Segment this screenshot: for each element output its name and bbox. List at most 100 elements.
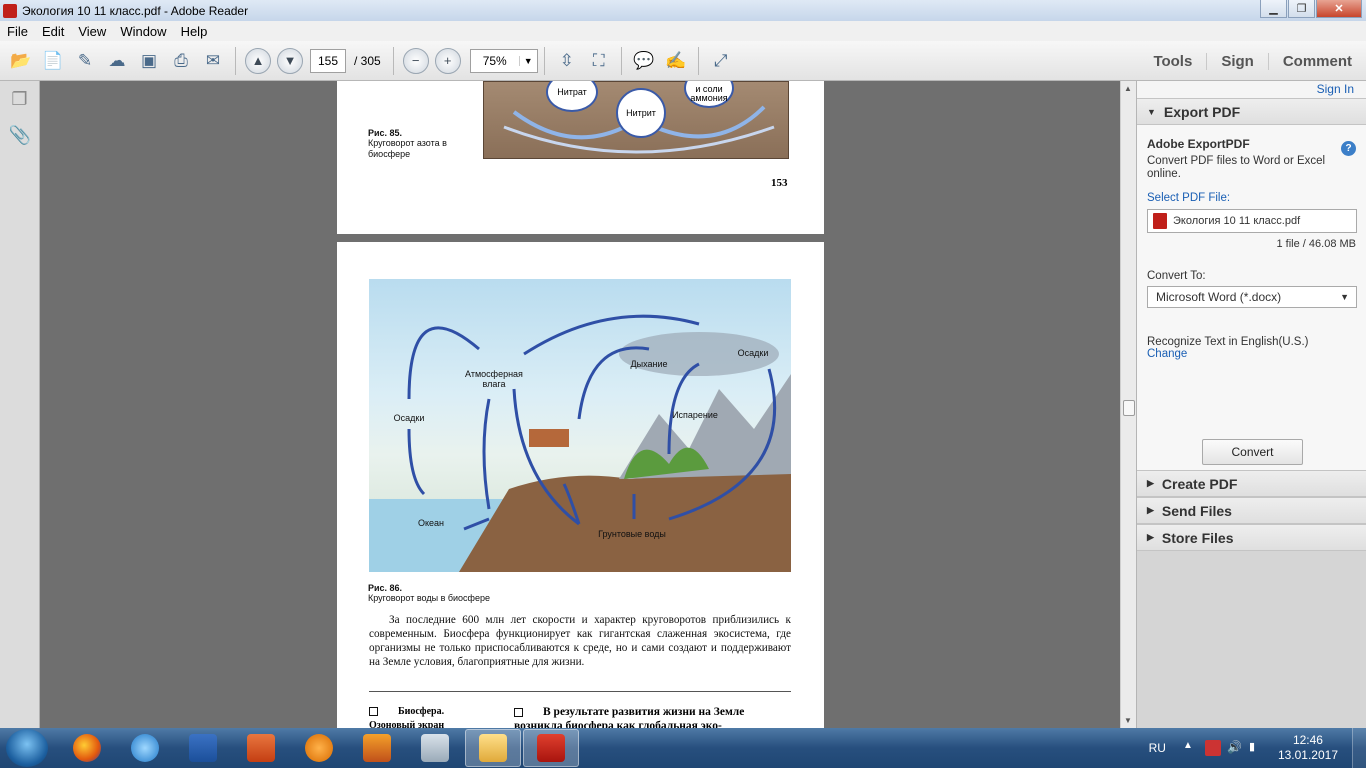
volume-icon[interactable]: 🔊 bbox=[1227, 740, 1243, 756]
menu-help[interactable]: Help bbox=[174, 24, 215, 39]
divider bbox=[543, 46, 545, 75]
window-controls: ▁ ❐ ✕ bbox=[1260, 0, 1362, 18]
email-icon[interactable]: ✉ bbox=[198, 46, 228, 76]
show-desktop-button[interactable] bbox=[1352, 728, 1366, 768]
antivirus-icon[interactable] bbox=[1204, 740, 1221, 756]
pdf-file-icon bbox=[1153, 213, 1167, 229]
system-tray: RU ▲ 🔊 ▮ 12:46 13.01.2017 bbox=[1135, 728, 1366, 768]
print-icon[interactable]: ⎙ bbox=[166, 46, 196, 76]
page-thumbnails-icon[interactable]: ❐ bbox=[9, 89, 31, 113]
export-description: Convert PDF files to Word or Excel onlin… bbox=[1147, 155, 1326, 180]
edit-icon[interactable]: ✎ bbox=[70, 46, 100, 76]
comment-button[interactable]: Comment bbox=[1267, 52, 1366, 70]
recognize-text-label: Recognize Text in English(U.S.) bbox=[1147, 336, 1309, 348]
divider bbox=[620, 46, 622, 75]
upload-icon[interactable]: ☁ bbox=[102, 46, 132, 76]
attachments-icon[interactable]: 📎 bbox=[9, 125, 31, 149]
expand-icon[interactable]: ⤢ bbox=[706, 46, 736, 76]
checkbox-icon bbox=[514, 707, 523, 717]
zoom-out-button[interactable]: − bbox=[402, 47, 429, 74]
highlight-icon[interactable]: ✍ bbox=[661, 46, 691, 76]
sign-button[interactable]: Sign bbox=[1206, 52, 1268, 70]
previous-page-button[interactable]: ▲ bbox=[245, 47, 271, 74]
zoom-in-button[interactable]: + bbox=[434, 47, 461, 74]
convert-to-label: Convert To: bbox=[1147, 270, 1206, 282]
toolbar-right: Tools Sign Comment bbox=[1139, 41, 1366, 81]
next-page-button[interactable]: ▼ bbox=[277, 47, 303, 74]
sign-in-link[interactable]: Sign In bbox=[1137, 81, 1366, 98]
store-files-title: Store Files bbox=[1161, 529, 1234, 546]
window-title: Экология 10 11 класс.pdf - Adobe Reader bbox=[22, 3, 249, 18]
convert-button[interactable]: Convert bbox=[1202, 439, 1303, 465]
document-viewer[interactable]: Нитрат Нитрит и соли аммония Рис. 85. Кр… bbox=[41, 81, 1120, 728]
tools-button[interactable]: Tools bbox=[1139, 53, 1206, 70]
taskbar-explorer[interactable] bbox=[465, 729, 521, 767]
minimize-button[interactable]: ▁ bbox=[1260, 0, 1287, 18]
page-number-input[interactable]: 155 bbox=[310, 48, 346, 73]
page-total: / 305 bbox=[354, 53, 381, 68]
convert-format-value: Microsoft Word (*.docx) bbox=[1156, 290, 1282, 304]
section-text-content: В результате развития жизни на Земле воз… bbox=[514, 706, 745, 728]
export-service-title: Adobe ExportPDF bbox=[1147, 137, 1250, 151]
zoom-select[interactable]: 75% ▼ bbox=[469, 48, 538, 73]
store-files-header[interactable]: ▶ Store Files bbox=[1137, 524, 1366, 551]
collapsed-triangle-icon: ▶ bbox=[1147, 478, 1154, 488]
word-icon bbox=[189, 734, 217, 762]
menu-file[interactable]: File bbox=[0, 24, 35, 39]
chevron-down-icon: ▼ bbox=[518, 55, 537, 66]
create-pdf-header[interactable]: ▶ Create PDF bbox=[1137, 470, 1366, 497]
export-pdf-body: Adobe ExportPDF ? Convert PDF files to W… bbox=[1137, 125, 1366, 470]
language-indicator[interactable]: RU bbox=[1135, 741, 1180, 755]
fit-page-icon[interactable]: ⛶ bbox=[584, 46, 614, 76]
calculator-icon bbox=[421, 734, 449, 762]
taskbar-powerpoint[interactable] bbox=[233, 729, 289, 767]
create-pdf-icon[interactable]: 📄 bbox=[38, 46, 68, 76]
clock[interactable]: 12:46 13.01.2017 bbox=[1268, 733, 1352, 763]
start-button[interactable] bbox=[6, 729, 48, 767]
tools-pane: Sign In ▼ Export PDF Adobe ExportPDF ? C… bbox=[1136, 81, 1366, 728]
taskbar-firefox[interactable] bbox=[59, 729, 115, 767]
chevron-down-icon: ▼ bbox=[1340, 292, 1349, 302]
taskbar-calculator[interactable] bbox=[407, 729, 463, 767]
menu-window[interactable]: Window bbox=[113, 24, 173, 39]
taskbar-word[interactable] bbox=[175, 729, 231, 767]
label-precipitation-left: Осадки bbox=[393, 413, 425, 423]
close-button[interactable]: ✕ bbox=[1316, 0, 1362, 18]
save-icon[interactable]: ▣ bbox=[134, 46, 164, 76]
label-precipitation-right: Осадки bbox=[737, 348, 769, 358]
selected-file[interactable]: Экология 10 11 класс.pdf bbox=[1147, 209, 1357, 233]
toolbar: 📂 📄 ✎ ☁ ▣ ⎙ ✉ ▲ ▼ 155 / 305 − + 75% ▼ ⇳ … bbox=[0, 41, 1366, 81]
pdf-page: Нитрат Нитрит и соли аммония Рис. 85. Кр… bbox=[337, 81, 824, 234]
section-text: В результате развития жизни на Земле воз… bbox=[514, 705, 791, 728]
taskbar-media-player[interactable] bbox=[291, 729, 347, 767]
taskbar-adobe-reader[interactable] bbox=[523, 729, 579, 767]
network-icon[interactable]: ▮ bbox=[1249, 740, 1265, 756]
taskbar-installer[interactable] bbox=[349, 729, 405, 767]
collapsed-triangle-icon: ▶ bbox=[1147, 532, 1154, 542]
zoom-value: 75% bbox=[482, 53, 507, 68]
convert-format-select[interactable]: Microsoft Word (*.docx) ▼ bbox=[1147, 286, 1357, 308]
divider bbox=[235, 46, 236, 75]
fit-width-icon[interactable]: ⇳ bbox=[552, 46, 582, 76]
menu-view[interactable]: View bbox=[71, 24, 113, 39]
scroll-thumb[interactable] bbox=[1123, 400, 1135, 416]
export-pdf-header[interactable]: ▼ Export PDF bbox=[1137, 98, 1366, 125]
vertical-scrollbar[interactable]: ▲ ▼ bbox=[1120, 81, 1136, 728]
show-hidden-icons-icon[interactable]: ▲ bbox=[1183, 740, 1199, 756]
help-icon[interactable]: ? bbox=[1341, 141, 1356, 156]
adobe-reader-icon bbox=[3, 3, 17, 18]
menu-edit[interactable]: Edit bbox=[35, 24, 71, 39]
divider bbox=[697, 46, 699, 75]
scroll-down-icon[interactable]: ▼ bbox=[1124, 716, 1132, 725]
collapsed-triangle-icon: ▶ bbox=[1147, 505, 1154, 515]
send-files-header[interactable]: ▶ Send Files bbox=[1137, 497, 1366, 524]
label-groundwater: Грунтовые воды bbox=[598, 529, 666, 539]
change-language-link[interactable]: Change bbox=[1147, 348, 1356, 360]
maximize-button[interactable]: ❐ bbox=[1288, 0, 1315, 18]
label-ocean: Океан bbox=[417, 518, 445, 528]
comment-note-icon[interactable]: 💬 bbox=[629, 46, 659, 76]
open-icon[interactable]: 📂 bbox=[6, 46, 36, 76]
scroll-up-icon[interactable]: ▲ bbox=[1124, 84, 1132, 93]
figure-number: Рис. 85. bbox=[368, 128, 403, 138]
taskbar-internet-explorer[interactable] bbox=[117, 729, 173, 767]
